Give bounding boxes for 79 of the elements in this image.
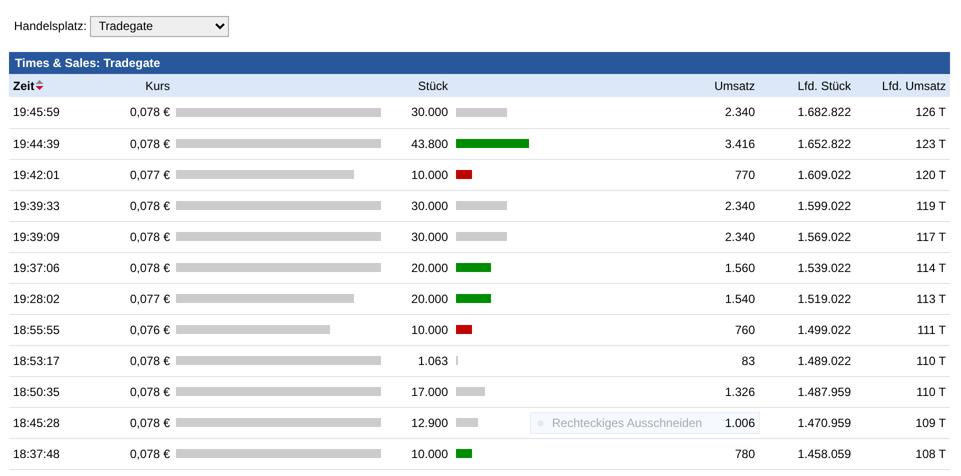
cumulative-volume-cell: 1.682.822 xyxy=(798,105,851,120)
cumulative-volume-cell: 1.599.022 xyxy=(798,198,851,212)
time-cell: 18:45:28 xyxy=(13,416,60,430)
cumulative-turnover-cell: 110 T xyxy=(916,354,946,368)
volume-cell: 43.800 xyxy=(411,136,448,150)
price-cell: 0,078 € xyxy=(130,136,170,150)
time-cell: 19:37:06 xyxy=(13,260,60,274)
price-cell: 0,078 € xyxy=(130,198,170,212)
cumulative-turnover-cell: 120 T xyxy=(916,168,946,182)
cumulative-volume-cell: 1.487.959 xyxy=(798,384,851,398)
turnover-cell: 780 xyxy=(734,446,755,460)
volume-cell: 17.000 xyxy=(411,384,448,398)
cumulative-volume-cell: 1.519.022 xyxy=(798,292,851,306)
turnover-cell: 1.560 xyxy=(724,260,755,274)
cumulative-turnover-cell: 114 T xyxy=(916,260,946,274)
volume-cell: 30.000 xyxy=(411,198,448,212)
cumulative-volume-cell: 1.609.022 xyxy=(798,168,851,182)
cumulative-volume-cell: 1.489.022 xyxy=(798,354,851,368)
volume-cell: 30.000 xyxy=(411,105,448,120)
cumulative-volume-cell: 1.539.022 xyxy=(798,260,851,274)
cumulative-volume-cell: 1.569.022 xyxy=(798,230,851,244)
volume-cell: 20.000 xyxy=(411,292,448,306)
volume-cell: 30.000 xyxy=(411,230,448,244)
cumulative-turnover-cell: 123 T xyxy=(916,136,946,150)
cumulative-turnover-cell: 111 T xyxy=(917,322,946,336)
turnover-cell: 1.006 xyxy=(724,416,755,430)
price-cell: 0,078 € xyxy=(130,416,170,430)
turnover-cell: 83 xyxy=(742,354,755,368)
market-label: Handelsplatz: xyxy=(14,18,87,35)
cumulative-turnover-cell: 110 T xyxy=(916,384,946,398)
time-cell: 18:53:17 xyxy=(13,354,60,368)
time-cell: 19:44:39 xyxy=(13,136,60,150)
price-cell: 0,078 € xyxy=(130,354,170,368)
turnover-cell: 3.416 xyxy=(724,136,755,150)
price-cell: 0,076 € xyxy=(130,322,170,336)
turnover-cell: 1.326 xyxy=(724,384,755,398)
volume-cell: 12.900 xyxy=(411,416,448,430)
cumulative-turnover-cell: 126 T xyxy=(916,105,946,120)
time-cell: 19:39:09 xyxy=(13,230,60,244)
turnover-cell: 2.340 xyxy=(724,105,755,120)
turnover-cell: 1.540 xyxy=(724,292,755,306)
tooltip-text: Rechteckiges Ausschneiden xyxy=(552,415,702,432)
column-header[interactable]: Kurs xyxy=(145,78,170,92)
price-cell: 0,078 € xyxy=(130,446,170,460)
price-cell: 0,077 € xyxy=(130,168,170,182)
time-cell: 19:28:02 xyxy=(13,292,60,306)
cumulative-turnover-cell: 108 T xyxy=(916,446,946,460)
time-cell: 18:55:55 xyxy=(13,322,60,336)
time-cell: 19:42:01 xyxy=(13,168,60,182)
turnover-cell: 760 xyxy=(734,322,755,336)
price-cell: 0,077 € xyxy=(130,292,170,306)
cumulative-turnover-cell: 109 T xyxy=(916,416,946,430)
price-cell: 0,078 € xyxy=(130,384,170,398)
time-cell: 19:45:59 xyxy=(13,105,60,120)
volume-cell: 10.000 xyxy=(411,168,448,182)
time-cell: 18:37:48 xyxy=(13,446,60,460)
time-cell: 19:39:33 xyxy=(13,198,60,212)
time-cell: 18:50:35 xyxy=(13,384,60,398)
market-dropdown[interactable]: Tradegate xyxy=(90,16,229,36)
cumulative-volume-cell: 1.470.959 xyxy=(798,416,851,430)
cumulative-turnover-cell: 119 T xyxy=(916,198,946,212)
cumulative-volume-cell: 1.458.059 xyxy=(798,446,851,460)
turnover-cell: 2.340 xyxy=(724,198,755,212)
cumulative-volume-cell: 1.499.022 xyxy=(798,322,851,336)
turnover-cell: 2.340 xyxy=(724,230,755,244)
volume-cell: 10.000 xyxy=(411,322,448,336)
price-cell: 0,078 € xyxy=(130,230,170,244)
column-header[interactable]: Zeit xyxy=(13,78,34,92)
sort-icon[interactable] xyxy=(35,78,44,90)
volume-cell: 1.063 xyxy=(418,354,448,368)
price-cell: 0,078 € xyxy=(130,260,170,274)
price-cell: 0,078 € xyxy=(130,105,170,120)
volume-cell: 20.000 xyxy=(411,260,448,274)
cumulative-volume-cell: 1.652.822 xyxy=(798,136,851,150)
cumulative-turnover-cell: 113 T xyxy=(916,292,946,306)
panel-title: Times & Sales: Tradegate xyxy=(9,52,950,74)
turnover-cell: 770 xyxy=(734,168,755,182)
volume-cell: 10.000 xyxy=(411,446,448,460)
cumulative-turnover-cell: 117 T xyxy=(916,230,946,244)
